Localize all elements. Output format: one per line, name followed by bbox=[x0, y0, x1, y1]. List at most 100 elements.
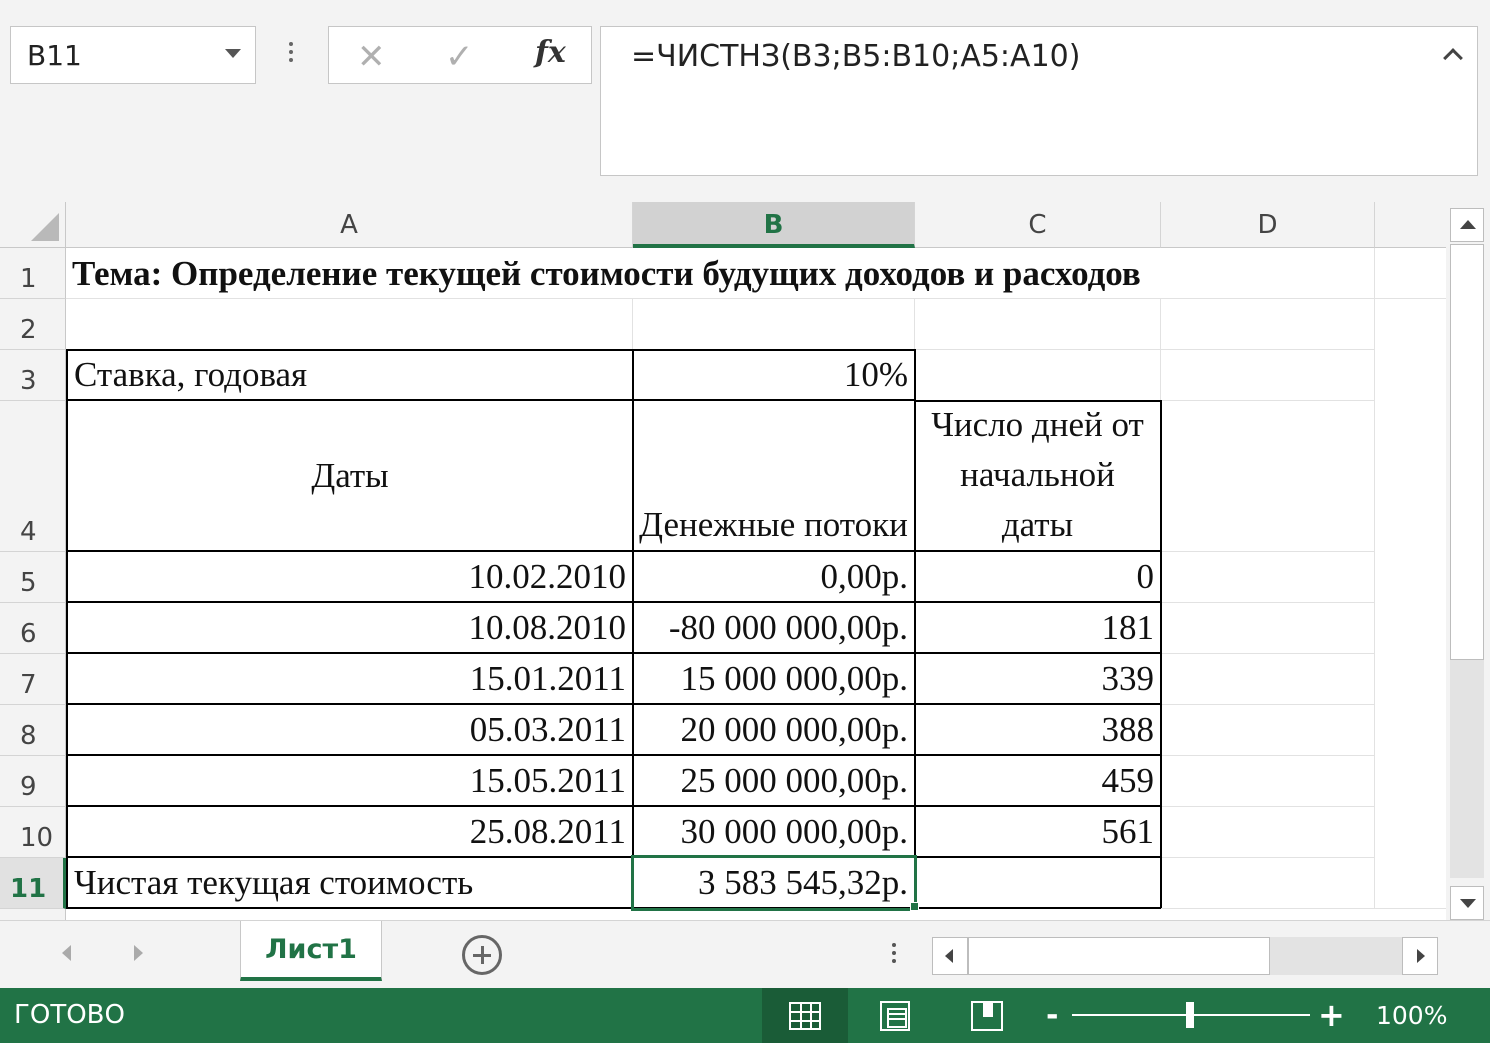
zoom-level[interactable]: 100% bbox=[1376, 1001, 1447, 1030]
cell-e1[interactable] bbox=[1375, 248, 1446, 299]
zoom-out-button[interactable]: - bbox=[1046, 998, 1058, 1033]
page-break-preview-icon bbox=[971, 1000, 1003, 1031]
chevron-down-icon[interactable] bbox=[225, 49, 241, 58]
cell-d11[interactable] bbox=[1161, 858, 1375, 909]
name-box-value: B11 bbox=[27, 39, 82, 72]
cell-d4[interactable] bbox=[1161, 401, 1375, 552]
horizontal-scrollbar[interactable] bbox=[932, 937, 1438, 975]
next-sheet-icon[interactable] bbox=[134, 945, 143, 961]
row-header-10[interactable]: 10 bbox=[0, 807, 66, 858]
cell-d9[interactable] bbox=[1161, 756, 1375, 807]
column-header-a[interactable]: A bbox=[66, 202, 633, 248]
insert-function-icon[interactable]: fx bbox=[535, 35, 566, 70]
cell-c2[interactable] bbox=[915, 299, 1161, 350]
cell-b7[interactable]: 15 000 000,00р. bbox=[633, 653, 916, 705]
row-header-2[interactable]: 2 bbox=[0, 299, 66, 350]
worksheet-grid[interactable]: A B C D 1 2 3 4 5 6 7 8 9 10 11 Тема: Оп… bbox=[0, 202, 1446, 920]
cell-b8[interactable]: 20 000 000,00р. bbox=[633, 704, 916, 756]
normal-view-button[interactable] bbox=[762, 988, 848, 1043]
cell-b10[interactable]: 30 000 000,00р. bbox=[633, 806, 916, 858]
formula-text: =ЧИСТНЗ(B3;B5:B10;A5:A10) bbox=[631, 39, 1081, 74]
zoom-slider-thumb[interactable] bbox=[1186, 1002, 1194, 1028]
cell-a11[interactable]: Чистая текущая стоимость bbox=[66, 857, 634, 909]
page-layout-icon bbox=[880, 1000, 910, 1031]
cell-c11[interactable] bbox=[915, 857, 1162, 909]
cell-d10[interactable] bbox=[1161, 807, 1375, 858]
column-header-b[interactable]: B bbox=[633, 202, 915, 248]
tabs-splitter-icon[interactable] bbox=[888, 939, 900, 973]
cancel-icon[interactable]: ✕ bbox=[357, 37, 386, 77]
select-all-button[interactable] bbox=[0, 202, 66, 248]
row-header-1[interactable]: 1 bbox=[0, 248, 66, 299]
cell-c3[interactable] bbox=[915, 350, 1161, 401]
cell-d3[interactable] bbox=[1161, 350, 1375, 401]
cell-a6[interactable]: 10.08.2010 bbox=[66, 602, 634, 654]
fill-handle[interactable] bbox=[910, 902, 919, 911]
column-header-c[interactable]: C bbox=[915, 202, 1161, 248]
zoom-in-button[interactable]: + bbox=[1318, 996, 1345, 1034]
scroll-up-icon[interactable] bbox=[1450, 208, 1484, 242]
cell-a8[interactable]: 05.03.2011 bbox=[66, 704, 634, 756]
row-header-6[interactable]: 6 bbox=[0, 603, 66, 654]
cell-b3[interactable]: 10% bbox=[633, 349, 916, 401]
column-e-cells[interactable] bbox=[1375, 299, 1446, 909]
cell-a9[interactable]: 15.05.2011 bbox=[66, 755, 634, 807]
cell-b9[interactable]: 25 000 000,00р. bbox=[633, 755, 916, 807]
status-bar: ГОТОВО - + 100% bbox=[0, 988, 1490, 1043]
vertical-scrollbar[interactable] bbox=[1446, 202, 1490, 920]
cell-b5[interactable]: 0,00р. bbox=[633, 551, 916, 603]
cell-b11[interactable]: 3 583 545,32р. bbox=[633, 857, 916, 909]
row-header-12[interactable] bbox=[0, 909, 66, 920]
scroll-thumb[interactable] bbox=[1450, 244, 1484, 660]
name-box[interactable]: B11 bbox=[10, 26, 256, 84]
sheet-tab-active[interactable]: Лист1 bbox=[240, 921, 382, 981]
cell-c4[interactable]: Число дней от начальной даты bbox=[915, 400, 1162, 552]
cell-d8[interactable] bbox=[1161, 705, 1375, 756]
row-header-5[interactable]: 5 bbox=[0, 552, 66, 603]
cell-d6[interactable] bbox=[1161, 603, 1375, 654]
page-break-preview-button[interactable] bbox=[944, 988, 1030, 1043]
formula-input[interactable]: =ЧИСТНЗ(B3;B5:B10;A5:A10) bbox=[600, 26, 1478, 176]
cell-a1[interactable]: Тема: Определение текущей стоимости буду… bbox=[66, 248, 1375, 299]
cell-a10[interactable]: 25.08.2011 bbox=[66, 806, 634, 858]
page-layout-button[interactable] bbox=[852, 988, 938, 1043]
more-options-icon[interactable] bbox=[284, 38, 298, 68]
horizontal-scroll-thumb[interactable] bbox=[968, 937, 1270, 975]
cell-a5[interactable]: 10.02.2010 bbox=[66, 551, 634, 603]
cell-c10[interactable]: 561 bbox=[915, 806, 1162, 858]
cell-d5[interactable] bbox=[1161, 552, 1375, 603]
status-text: ГОТОВО bbox=[14, 1000, 125, 1030]
cell-c7[interactable]: 339 bbox=[915, 653, 1162, 705]
row-header-4[interactable]: 4 bbox=[0, 401, 66, 552]
row-header-8[interactable]: 8 bbox=[0, 705, 66, 756]
normal-view-icon bbox=[789, 1001, 821, 1030]
scroll-down-icon[interactable] bbox=[1450, 886, 1484, 920]
cell-b2[interactable] bbox=[633, 299, 915, 350]
column-header-d[interactable]: D bbox=[1161, 202, 1375, 248]
add-sheet-icon[interactable] bbox=[462, 935, 502, 975]
collapse-formula-bar-icon[interactable] bbox=[1443, 43, 1465, 65]
cell-a3[interactable]: Ставка, годовая bbox=[66, 349, 634, 401]
cell-a2[interactable] bbox=[66, 299, 633, 350]
cell-c6[interactable]: 181 bbox=[915, 602, 1162, 654]
enter-icon[interactable]: ✓ bbox=[445, 37, 474, 77]
cell-b4[interactable]: Денежные потоки bbox=[633, 400, 916, 552]
cell-d2[interactable] bbox=[1161, 299, 1375, 350]
cell-c5[interactable]: 0 bbox=[915, 551, 1162, 603]
column-header-e[interactable] bbox=[1375, 202, 1446, 248]
cell-c9[interactable]: 459 bbox=[915, 755, 1162, 807]
scroll-right-icon[interactable] bbox=[1402, 937, 1438, 975]
formula-buttons: ✕ ✓ fx bbox=[328, 26, 592, 84]
row-header-9[interactable]: 9 bbox=[0, 756, 66, 807]
row-header-7[interactable]: 7 bbox=[0, 654, 66, 705]
cell-c8[interactable]: 388 bbox=[915, 704, 1162, 756]
cell-a4[interactable]: Даты bbox=[66, 400, 634, 552]
cell-d7[interactable] bbox=[1161, 654, 1375, 705]
cell-a7[interactable]: 15.01.2011 bbox=[66, 653, 634, 705]
cell-b6[interactable]: -80 000 000,00р. bbox=[633, 602, 916, 654]
row-header-3[interactable]: 3 bbox=[0, 350, 66, 401]
scroll-left-icon[interactable] bbox=[932, 937, 968, 975]
row-header-11[interactable]: 11 bbox=[0, 858, 66, 909]
previous-sheet-icon[interactable] bbox=[62, 945, 71, 961]
formula-bar: B11 ✕ ✓ fx =ЧИСТНЗ(B3;B5:B10;A5:A10) bbox=[0, 0, 1490, 200]
